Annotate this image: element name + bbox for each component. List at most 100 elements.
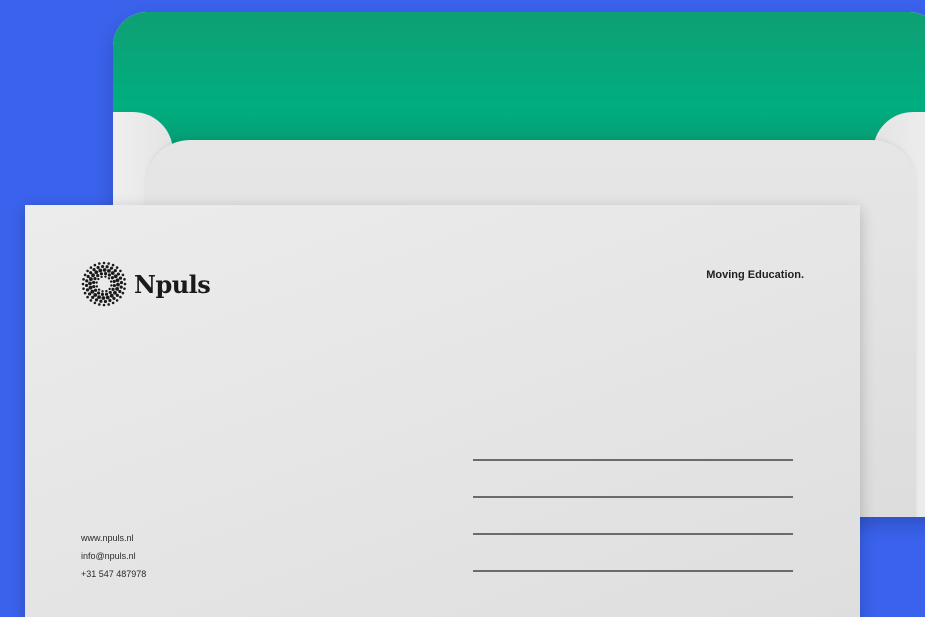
logo-dot: [112, 279, 116, 284]
logo-dot: [88, 292, 92, 296]
logo-dot: [115, 266, 119, 269]
logo-dot: [123, 278, 126, 281]
logo-dot: [94, 298, 99, 302]
logo-dot: [110, 284, 113, 287]
logo-dot: [97, 288, 101, 291]
brand-tagline: Moving Education.: [706, 269, 804, 281]
logo-dot: [113, 290, 117, 295]
logo-dot: [100, 275, 103, 279]
logo-dot: [93, 293, 98, 297]
logo-dot: [116, 272, 120, 276]
logo-dot: [113, 269, 117, 273]
logo-dot: [121, 291, 125, 295]
logo-dot: [98, 303, 101, 306]
logo-dot: [110, 276, 115, 280]
logo-dot: [115, 293, 119, 297]
logo-dot: [90, 289, 95, 294]
logo-dot: [107, 273, 111, 277]
logo-dot: [111, 263, 115, 267]
logo-dot: [86, 274, 90, 279]
logo-dot: [96, 273, 100, 278]
logo-dot: [102, 268, 107, 272]
logo-dot: [107, 277, 111, 280]
brand-logo: Npuls: [80, 260, 211, 308]
logo-dot: [89, 277, 93, 281]
brand-name: Npuls: [134, 269, 211, 299]
logo-dot: [92, 280, 96, 285]
logo-dot: [108, 287, 111, 291]
logo-dot: [97, 291, 101, 295]
logo-dot: [102, 303, 106, 307]
logo-dot: [99, 299, 103, 303]
logo-dot: [111, 287, 115, 291]
logo-dot: [101, 296, 106, 300]
logo-dot: [84, 283, 89, 288]
address-line: [473, 459, 793, 461]
logo-dot: [105, 295, 110, 300]
logo-dot: [100, 292, 105, 296]
logo-dot: [93, 277, 97, 281]
logo-dot: [101, 290, 104, 293]
logo-dot: [102, 261, 106, 265]
logo-dot: [109, 293, 114, 298]
logo-dot: [93, 288, 98, 292]
logo-dot: [95, 281, 98, 284]
logo-dot: [105, 289, 108, 293]
logo-dot: [98, 262, 101, 265]
logo-dot: [83, 273, 87, 277]
logo-dot: [93, 301, 97, 305]
logo-dot: [105, 265, 109, 269]
logo-dot: [111, 301, 115, 305]
contact-website: www.npuls.nl: [81, 533, 134, 543]
logo-dot: [93, 263, 97, 267]
lining-shadow: [113, 108, 925, 144]
dotted-circle-logo-icon: [81, 261, 127, 307]
logo-dot: [113, 274, 118, 279]
logo-dot: [104, 292, 109, 296]
logo-dot: [119, 269, 122, 273]
address-line: [473, 496, 793, 498]
logo-dot: [88, 285, 93, 290]
logo-dot: [91, 273, 95, 278]
logo-dot: [108, 290, 112, 295]
logo-dot: [112, 296, 116, 300]
logo-dot: [99, 272, 104, 276]
envelope-scene: Npuls Moving Education. www.npuls.nl inf…: [0, 0, 925, 617]
logo-dot: [81, 282, 85, 286]
logo-dot: [115, 278, 120, 283]
logo-dot: [116, 282, 120, 287]
logo-dot: [83, 291, 87, 295]
logo-dot: [119, 295, 122, 299]
logo-dot: [108, 298, 112, 303]
logo-dot: [109, 266, 114, 270]
logo-dot: [92, 284, 96, 289]
front-envelope: Npuls Moving Education. www.npuls.nl inf…: [25, 205, 860, 617]
logo-dot: [103, 272, 108, 276]
logo-dot: [85, 288, 90, 292]
contact-block: www.npuls.nl info@npuls.nl +31 547 48797…: [81, 529, 146, 583]
logo-dot: [98, 268, 103, 273]
logo-dot: [82, 287, 85, 290]
logo-dot: [109, 280, 113, 283]
logo-dot: [107, 303, 110, 306]
logo-dot: [118, 276, 123, 280]
logo-dot: [91, 295, 95, 299]
address-line: [473, 570, 793, 572]
logo-dot: [103, 299, 108, 304]
logo-dot: [118, 289, 122, 294]
logo-dot: [95, 285, 99, 288]
logo-dot: [89, 271, 93, 275]
logo-dot: [85, 279, 89, 283]
logo-dot: [96, 265, 100, 270]
logo-dot: [119, 285, 123, 289]
logo-dot: [94, 270, 99, 275]
logo-dot: [100, 264, 105, 269]
contact-email: info@npuls.nl: [81, 551, 136, 561]
logo-dot: [97, 277, 100, 281]
logo-dot: [119, 280, 124, 285]
logo-dot: [82, 278, 85, 281]
logo-dot: [89, 266, 93, 269]
logo-dot: [104, 275, 107, 278]
logo-dot: [110, 271, 115, 275]
logo-dot: [121, 273, 125, 277]
